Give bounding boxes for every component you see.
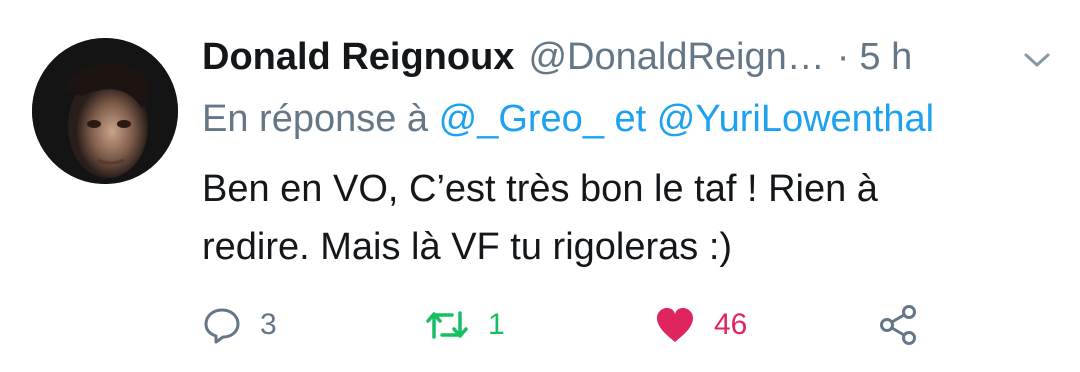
tweet-card[interactable]: Donald Reignoux @DonaldReign… · 5 h En r…	[0, 0, 1080, 372]
share-icon	[880, 305, 916, 345]
heart-icon	[657, 308, 693, 342]
reply-prefix: En réponse à	[202, 98, 429, 140]
share-button[interactable]	[878, 300, 920, 350]
tweet-text-line-2: redire. Mais là VF tu rigoleras :)	[202, 226, 733, 268]
tweet-text: Ben en VO, C’est très bon le taf ! Rien …	[202, 160, 1022, 276]
retweet-arrows-icon	[426, 311, 468, 339]
mention-link-1[interactable]: @_Greo_	[439, 98, 604, 140]
author-handle[interactable]: @DonaldReign…	[528, 36, 824, 79]
mention-link-2[interactable]: @YuriLowenthal	[657, 98, 934, 140]
reply-button[interactable]: 3	[202, 300, 277, 350]
retweet-count: 1	[488, 308, 505, 341]
reply-count: 3	[260, 308, 277, 341]
reply-context: En réponse à @_Greo_ et @YuriLowenthal	[202, 98, 934, 141]
retweet-button[interactable]: 1	[424, 300, 505, 350]
avatar[interactable]	[32, 38, 178, 184]
author-name[interactable]: Donald Reignoux	[202, 36, 514, 79]
like-button[interactable]: 46	[654, 300, 747, 350]
reply-bubble-icon	[204, 308, 240, 344]
separator-dot: ·	[836, 36, 850, 78]
tweet-text-line-1: Ben en VO, C’est très bon le taf ! Rien …	[202, 168, 878, 210]
avatar-photo	[32, 38, 178, 184]
chevron-down-icon[interactable]	[1022, 48, 1052, 72]
reply-conjunction: et	[614, 98, 647, 140]
timestamp[interactable]: 5 h	[859, 36, 912, 79]
tweet-header: Donald Reignoux @DonaldReign… · 5 h	[202, 36, 912, 84]
like-count: 46	[714, 308, 748, 341]
action-bar: 3 1 46	[202, 300, 942, 350]
